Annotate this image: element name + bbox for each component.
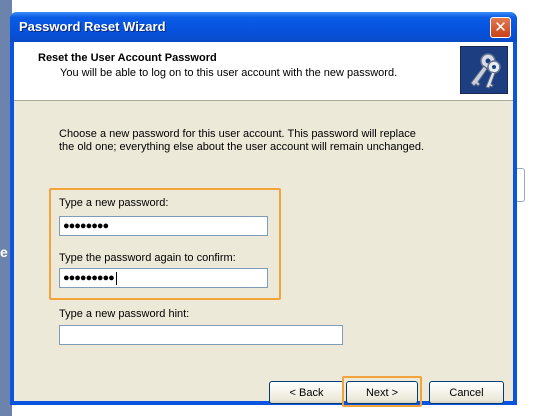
description-text: Choose a new password for this user acco… <box>59 128 479 154</box>
confirm-password-field[interactable]: ●●●●●●●●● <box>59 268 268 288</box>
password-hint-field[interactable] <box>59 325 343 345</box>
confirm-password-label: Type the password again to confirm: <box>59 252 236 264</box>
cancel-button[interactable]: Cancel <box>429 381 504 404</box>
title-bar[interactable]: Password Reset Wizard ✕ <box>10 12 517 42</box>
wizard-window: Password Reset Wizard ✕ Reset the User A… <box>10 12 517 407</box>
description-line-1: Choose a new password for this user acco… <box>59 128 416 140</box>
close-icon: ✕ <box>494 19 507 36</box>
text-caret <box>115 271 117 285</box>
window-title: Password Reset Wizard <box>19 19 166 34</box>
header-title: Reset the User Account Password <box>38 52 217 64</box>
new-password-label: Type a new password: <box>59 197 169 209</box>
description-line-2: the old one; everything else about the u… <box>59 141 425 153</box>
new-password-field[interactable]: ●●●●●●●● <box>59 216 268 236</box>
header-subtitle: You will be able to log on to this user … <box>60 67 398 79</box>
background-partial-text: e <box>0 244 8 260</box>
close-button[interactable]: ✕ <box>490 17 511 38</box>
keys-icon <box>460 46 508 94</box>
password-hint-label: Type a new password hint: <box>59 308 190 320</box>
back-button[interactable]: < Back <box>269 381 344 404</box>
new-password-value: ●●●●●●●● <box>63 220 109 232</box>
confirm-password-value: ●●●●●●●●● <box>63 272 115 284</box>
next-button[interactable]: Next > <box>346 381 418 404</box>
wizard-header: Reset the User Account Password You will… <box>14 42 513 101</box>
background-tab <box>516 168 525 202</box>
wizard-body: Reset the User Account Password You will… <box>14 42 513 407</box>
